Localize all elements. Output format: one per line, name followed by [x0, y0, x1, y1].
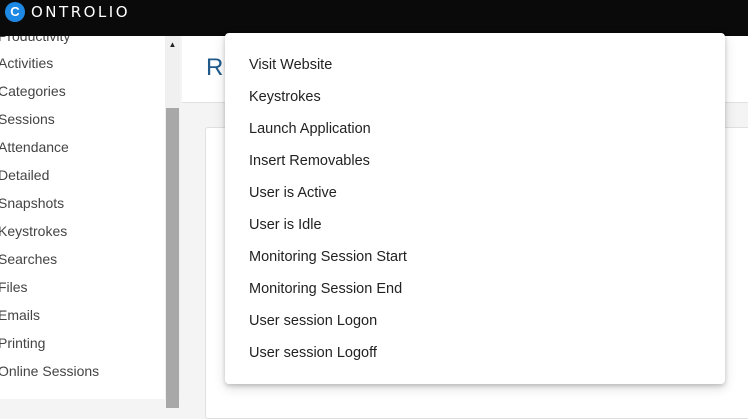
sidebar-item-detailed[interactable]: Detailed: [0, 161, 49, 189]
sidebar-item-searches[interactable]: Searches: [0, 245, 57, 273]
sidebar-item-productivity[interactable]: Productivity: [0, 36, 70, 50]
menu-item-monitoring-session-start[interactable]: Monitoring Session Start: [225, 241, 725, 273]
event-type-dropdown-menu: Visit Website Keystrokes Launch Applicat…: [225, 33, 725, 384]
scrollbar-thumb[interactable]: [166, 108, 179, 408]
sidebar-item-online-sessions[interactable]: Online Sessions: [0, 357, 99, 385]
sidebar-item-sessions[interactable]: Sessions: [0, 105, 55, 133]
menu-item-insert-removables[interactable]: Insert Removables: [225, 145, 725, 177]
sidebar-item-keystrokes[interactable]: Keystrokes: [0, 217, 67, 245]
menu-item-user-session-logoff[interactable]: User session Logoff: [225, 337, 725, 369]
scroll-up-arrow-icon[interactable]: ▲: [165, 36, 180, 54]
logo-text[interactable]: ONTROLIO: [31, 3, 130, 21]
sidebar-item-files[interactable]: Files: [0, 273, 28, 301]
logo-icon[interactable]: C: [5, 2, 25, 22]
sidebar-item-categories[interactable]: Categories: [0, 77, 66, 105]
sidebar-item-attendance[interactable]: Attendance: [0, 133, 69, 161]
top-bar: C ONTROLIO: [0, 0, 748, 36]
menu-item-keystrokes[interactable]: Keystrokes: [225, 81, 725, 113]
sidebar-scrollbar[interactable]: ▲: [165, 36, 180, 408]
sidebar: Productivity Activities Categories Sessi…: [0, 36, 166, 399]
menu-item-user-session-logon[interactable]: User session Logon: [225, 305, 725, 337]
sidebar-item-snapshots[interactable]: Snapshots: [0, 189, 64, 217]
sidebar-item-activities[interactable]: Activities: [0, 49, 53, 77]
menu-item-monitoring-session-end[interactable]: Monitoring Session End: [225, 273, 725, 305]
menu-item-user-is-idle[interactable]: User is Idle: [225, 209, 725, 241]
sidebar-item-printing[interactable]: Printing: [0, 329, 45, 357]
menu-item-user-is-active[interactable]: User is Active: [225, 177, 725, 209]
sidebar-item-emails[interactable]: Emails: [0, 301, 40, 329]
menu-item-launch-application[interactable]: Launch Application: [225, 113, 725, 145]
menu-item-visit-website[interactable]: Visit Website: [225, 49, 725, 81]
